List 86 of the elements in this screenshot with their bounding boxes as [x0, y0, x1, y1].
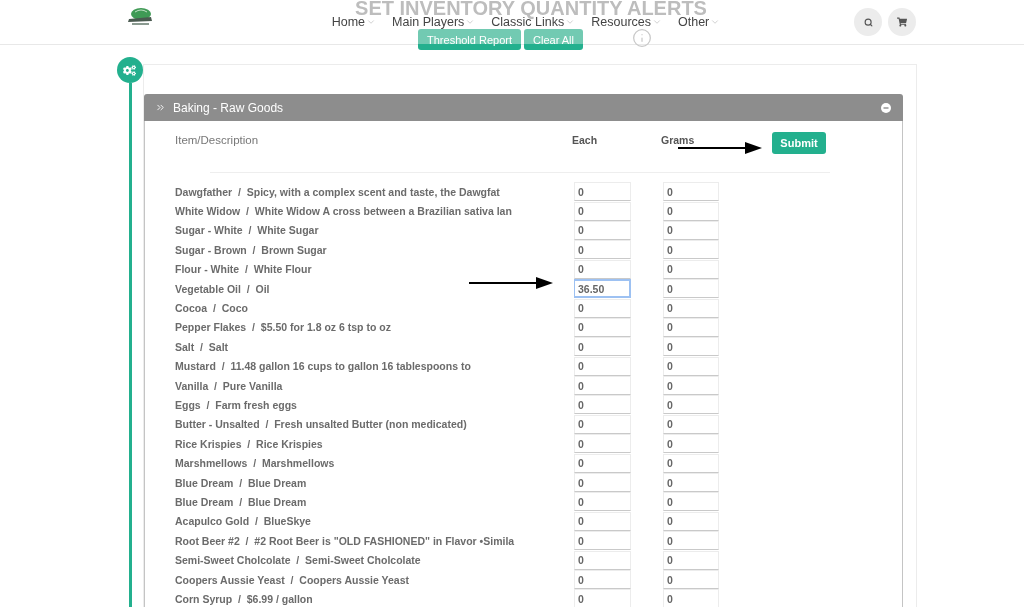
item-label: White Widow / White Widow A cross between a Brazilian sativa lan	[175, 205, 512, 218]
chevron-down-icon	[710, 17, 721, 27]
nav-menu-item[interactable]: Main Players	[392, 16, 476, 28]
panel-header[interactable]: Baking - Raw Goods	[144, 94, 903, 121]
nav-menu-item[interactable]: Resources	[591, 16, 662, 28]
grams-field[interactable]: 0	[663, 298, 719, 318]
each-field[interactable]: 0	[574, 511, 631, 531]
each-field[interactable]: 0	[574, 531, 631, 551]
grams-field[interactable]: 0	[663, 589, 719, 607]
cart-icon	[897, 17, 907, 27]
grams-field[interactable]: 0	[663, 356, 719, 376]
each-field[interactable]: 36.50	[574, 279, 631, 299]
chevron-down-icon	[652, 17, 662, 27]
each-field[interactable]: 0	[574, 201, 631, 221]
nav-menu-item[interactable]: Home	[331, 16, 377, 28]
item-label: Dawgfather / Spicy, with a complex scent and taste, the Dawgfat	[175, 185, 500, 198]
item-label: Sugar - White / White Sugar	[175, 224, 319, 237]
item-label: Cocoa / Coco	[175, 302, 248, 315]
item-label: Blue Dream / Blue Dream	[175, 495, 307, 508]
grams-field[interactable]: 0	[663, 376, 719, 396]
collapse-icon[interactable]	[881, 102, 891, 113]
grams-field[interactable]: 0	[663, 337, 719, 357]
each-field[interactable]: 0	[574, 376, 631, 396]
grams-field[interactable]: 0	[663, 453, 719, 473]
item-label: Rice Krispies / Rice Krispies	[175, 437, 323, 450]
item-label: Eggs / Farm fresh eggs	[175, 399, 297, 411]
chevron-down-icon	[465, 17, 476, 27]
double-chevron-icon	[155, 102, 166, 113]
item-label: Flour - White / White Flour	[175, 263, 312, 276]
search-icon	[863, 17, 873, 27]
grams-field[interactable]: 0	[663, 279, 719, 299]
each-field[interactable]: 0	[574, 356, 631, 376]
item-label: Corn Syrup / $6.99 / gallon	[175, 592, 313, 605]
each-field[interactable]: 0	[574, 298, 631, 318]
grams-field[interactable]: 0	[663, 473, 719, 493]
each-field[interactable]: 0	[574, 259, 631, 279]
grams-field[interactable]: 0	[663, 395, 719, 415]
arrow-icon	[678, 142, 762, 154]
each-field[interactable]: 0	[574, 337, 631, 357]
each-field[interactable]: 0	[574, 434, 631, 454]
column-header: Grams	[661, 134, 695, 146]
logo[interactable]	[126, 7, 154, 26]
each-field[interactable]: 0	[574, 414, 631, 434]
grams-field[interactable]: 0	[663, 259, 719, 279]
nav-menu-item[interactable]: Other	[678, 16, 721, 28]
chevron-down-icon	[565, 17, 576, 27]
each-field[interactable]: 0	[574, 395, 631, 415]
column-header: Item/Description	[175, 134, 259, 146]
column-header: Each	[572, 134, 598, 146]
item-label: Pepper Flakes / $5.50 for 1.8 oz 6 tsp to oz	[175, 321, 391, 334]
grams-field[interactable]: 0	[663, 492, 719, 512]
search-button[interactable]	[854, 8, 882, 36]
item-label: Sugar - Brown / Brown Sugar	[175, 243, 327, 256]
grams-field[interactable]: 0	[663, 570, 719, 589]
each-field[interactable]: 0	[574, 240, 631, 260]
item-label: Root Beer #2 / #2 Root Beer is "OLD FASHIONED" in Flavor •Simila	[175, 534, 515, 547]
each-field[interactable]: 0	[574, 589, 631, 607]
grams-field[interactable]: 0	[663, 182, 719, 202]
item-label: Blue Dream / Blue Dream	[175, 476, 307, 489]
each-field[interactable]: 0	[574, 492, 631, 512]
item-label: Acapulco Gold / BlueSkye	[175, 515, 311, 528]
each-field[interactable]: 0	[574, 550, 631, 570]
item-label: Mustard / 11.48 gallon 16 cups to gallon 16 tablespoons to	[175, 360, 471, 373]
item-label: Semi-Sweet Cholcolate / Semi-Sweet Cholcolate	[175, 554, 421, 567]
item-label: Salt / Salt	[175, 340, 229, 353]
item-label: Butter - Unsalted / Fresh unsalted Butter (non medicated)	[175, 418, 467, 431]
grams-field[interactable]: 0	[663, 511, 719, 531]
chevron-down-icon	[366, 17, 377, 27]
item-label: Vanilla / Pure Vanilla	[175, 379, 283, 392]
grams-field[interactable]: 0	[663, 434, 719, 454]
gears-icon	[116, 57, 143, 83]
each-field[interactable]: 0	[574, 182, 631, 202]
grams-field[interactable]: 0	[663, 550, 719, 570]
item-label: Coopers Aussie Yeast / Coopers Aussie Yeast	[175, 573, 410, 586]
cart-button[interactable]	[888, 8, 916, 36]
each-field[interactable]: 0	[574, 570, 631, 589]
each-field[interactable]: 0	[574, 453, 631, 473]
grams-field[interactable]: 0	[663, 414, 719, 434]
grams-field[interactable]: 0	[663, 240, 719, 260]
grams-field[interactable]: 0	[663, 531, 719, 551]
each-field[interactable]: 0	[574, 473, 631, 493]
grams-field[interactable]: 0	[663, 201, 719, 221]
panel-title: Baking - Raw Goods	[173, 100, 284, 115]
arrow-icon	[469, 276, 553, 289]
item-label: Vegetable Oil / Oil	[175, 282, 270, 295]
item-label: Marshmellows / Marshmellows	[175, 457, 335, 470]
